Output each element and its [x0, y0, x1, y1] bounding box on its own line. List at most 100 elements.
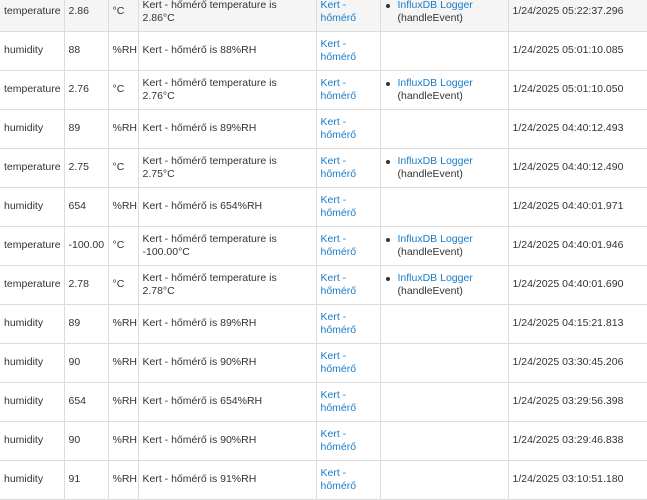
device-link[interactable]: Kert - hőmérő — [321, 311, 357, 337]
event-app-cell — [379, 460, 509, 500]
device-link[interactable]: Kert - hőmérő — [321, 194, 357, 220]
event-description: Kert - hőmérő is 89%RH — [142, 317, 257, 330]
event-date-cell: 1/24/2025 04:40:01.946 — [507, 226, 647, 266]
event-value: 654 — [68, 395, 87, 408]
event-value-cell: 2.86 — [63, 0, 109, 32]
event-value-cell: 90 — [63, 343, 109, 383]
events-table: temperature 2.86 °C Kert - hőmérő temper… — [0, 0, 647, 500]
device-link[interactable]: Kert - hőmérő — [321, 0, 357, 24]
event-name: humidity — [4, 122, 44, 135]
event-unit: °C — [112, 239, 125, 252]
event-unit: °C — [112, 278, 125, 291]
event-description: Kert - hőmérő is 90%RH — [142, 434, 257, 447]
event-description-cell: Kert - hőmérő temperature is 2.76°C — [137, 70, 317, 110]
event-date: 1/24/2025 03:29:46.838 — [512, 434, 624, 447]
event-name-cell: temperature — [0, 0, 65, 32]
device-link[interactable]: Kert - hőmérő — [321, 155, 357, 181]
event-description-cell: Kert - hőmérő is 89%RH — [137, 109, 317, 149]
event-value: 89 — [68, 317, 81, 330]
event-device-cell: Kert - hőmérő — [315, 0, 381, 32]
event-device-cell: Kert - hőmérő — [315, 265, 381, 305]
event-description: Kert - hőmérő temperature is 2.76°C — [142, 76, 277, 103]
event-date-cell: 1/24/2025 03:29:56.398 — [507, 382, 647, 422]
event-unit: °C — [112, 83, 125, 96]
event-date-cell: 1/24/2025 03:10:51.180 — [507, 460, 647, 500]
event-value: 2.76 — [68, 83, 89, 96]
triggered-app-item: InfluxDB Logger (handleEvent) — [385, 77, 504, 104]
device-link[interactable]: Kert - hőmérő — [321, 428, 357, 454]
table-row: temperature -100.00 °C Kert - hőmérő tem… — [0, 226, 647, 266]
event-device-cell: Kert - hőmérő — [315, 343, 381, 383]
device-link[interactable]: Kert - hőmérő — [321, 38, 357, 64]
event-name: humidity — [4, 473, 44, 486]
device-link[interactable]: Kert - hőmérő — [321, 77, 357, 103]
event-date-cell: 1/24/2025 04:40:12.490 — [507, 148, 647, 188]
event-value: 2.78 — [68, 278, 89, 291]
app-link[interactable]: InfluxDB Logger — [398, 272, 473, 286]
app-handler: (handleEvent) — [397, 246, 463, 258]
device-link[interactable]: Kert - hőmérő — [321, 233, 357, 259]
event-value-cell: 654 — [63, 187, 109, 227]
event-name-cell: temperature — [0, 265, 65, 305]
app-handler: (handleEvent) — [397, 90, 463, 102]
event-name: temperature — [4, 83, 61, 96]
app-link[interactable]: InfluxDB Logger — [398, 155, 473, 169]
event-name: humidity — [4, 356, 44, 369]
event-device-cell: Kert - hőmérő — [315, 70, 381, 110]
app-link[interactable]: InfluxDB Logger — [398, 77, 473, 91]
event-unit: %RH — [112, 317, 138, 330]
event-date: 1/24/2025 03:29:56.398 — [512, 395, 624, 408]
event-app-cell: InfluxDB Logger (handleEvent) — [379, 0, 509, 32]
event-description-cell: Kert - hőmérő temperature is 2.86°C — [137, 0, 317, 32]
event-name: humidity — [4, 395, 44, 408]
event-unit-cell: %RH — [107, 343, 139, 383]
bullet-icon — [385, 237, 390, 242]
device-link[interactable]: Kert - hőmérő — [321, 272, 357, 298]
event-date: 1/24/2025 04:40:12.493 — [512, 122, 624, 135]
event-description: Kert - hőmérő temperature is 2.86°C — [142, 0, 277, 24]
app-link[interactable]: InfluxDB Logger — [398, 0, 473, 12]
event-unit: °C — [112, 161, 125, 174]
bullet-icon — [385, 81, 390, 86]
event-name-cell: humidity — [0, 187, 65, 227]
event-date-cell: 1/24/2025 04:40:01.971 — [507, 187, 647, 227]
table-row: humidity 654 %RH Kert - hőmérő is 654%RH… — [0, 187, 647, 227]
event-app-cell: InfluxDB Logger (handleEvent) — [379, 148, 509, 188]
event-app-cell — [379, 109, 509, 149]
event-app-cell: InfluxDB Logger (handleEvent) — [379, 70, 509, 110]
event-date-cell: 1/24/2025 04:40:01.690 — [507, 265, 647, 305]
table-row: humidity 90 %RH Kert - hőmérő is 90%RH K… — [0, 421, 647, 461]
event-name-cell: humidity — [0, 31, 65, 71]
event-value: 89 — [68, 122, 81, 135]
event-unit: %RH — [112, 473, 138, 486]
event-date-cell: 1/24/2025 05:01:10.050 — [507, 70, 647, 110]
app-link[interactable]: InfluxDB Logger — [398, 233, 473, 247]
event-name: humidity — [4, 44, 44, 57]
device-link[interactable]: Kert - hőmérő — [321, 350, 357, 376]
event-unit: °C — [112, 5, 125, 18]
event-unit-cell: °C — [107, 70, 139, 110]
triggered-app-item: InfluxDB Logger (handleEvent) — [385, 272, 504, 299]
event-description: Kert - hőmérő is 654%RH — [142, 200, 263, 213]
event-device-cell: Kert - hőmérő — [315, 226, 381, 266]
event-app-cell — [379, 31, 509, 71]
event-description: Kert - hőmérő is 89%RH — [142, 122, 257, 135]
device-link[interactable]: Kert - hőmérő — [321, 116, 357, 142]
device-link[interactable]: Kert - hőmérő — [321, 467, 357, 493]
event-date-cell: 1/24/2025 04:15:21.813 — [507, 304, 647, 344]
event-name: humidity — [4, 317, 44, 330]
event-description-cell: Kert - hőmérő is 91%RH — [137, 460, 317, 500]
event-unit: %RH — [112, 122, 138, 135]
event-description-cell: Kert - hőmérő is 88%RH — [137, 31, 317, 71]
device-link[interactable]: Kert - hőmérő — [321, 389, 357, 415]
event-value-cell: 2.78 — [63, 265, 109, 305]
event-device-cell: Kert - hőmérő — [315, 109, 381, 149]
bullet-icon — [385, 3, 390, 8]
event-description-cell: Kert - hőmérő is 654%RH — [137, 382, 317, 422]
event-name: humidity — [4, 434, 44, 447]
event-app-cell — [379, 421, 509, 461]
table-row: humidity 90 %RH Kert - hőmérő is 90%RH K… — [0, 343, 647, 383]
event-name-cell: humidity — [0, 460, 65, 500]
event-date: 1/24/2025 03:30:45.206 — [512, 356, 624, 369]
event-description: Kert - hőmérő is 654%RH — [142, 395, 263, 408]
